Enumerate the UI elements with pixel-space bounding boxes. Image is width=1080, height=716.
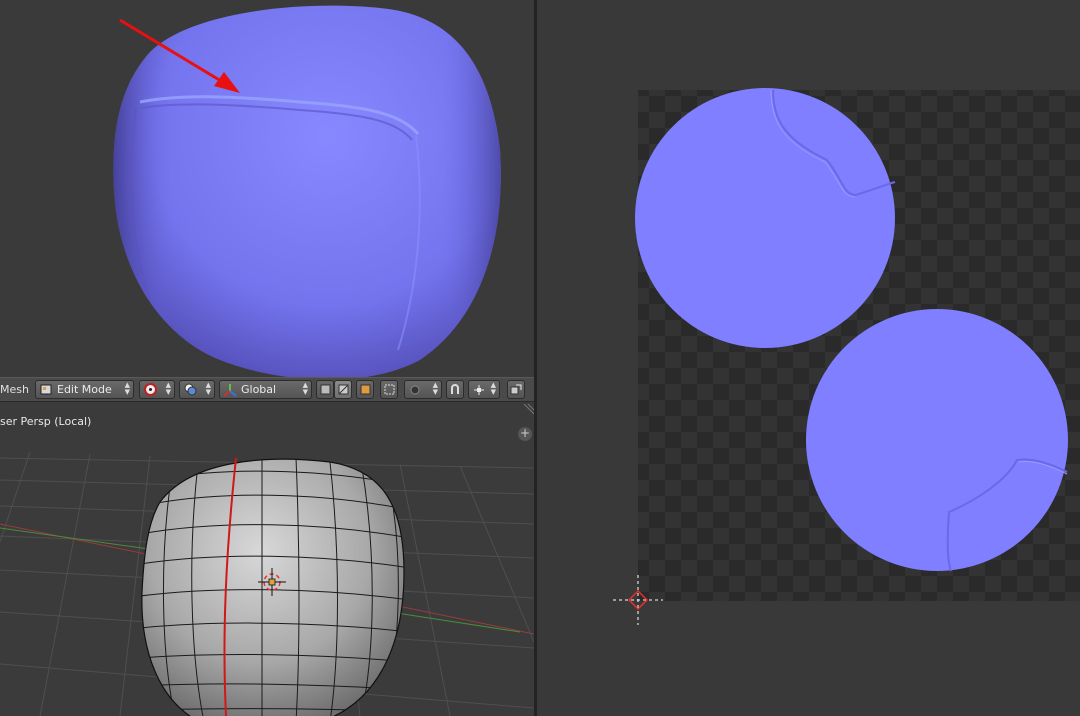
shading-dropdown[interactable]: ▲ ▼ xyxy=(179,380,215,399)
orientation-label: Global xyxy=(241,383,277,396)
face-select-icon xyxy=(360,384,371,395)
occlude-geometry-button[interactable] xyxy=(380,380,398,399)
pivot-point-dropdown[interactable]: ▲ ▼ xyxy=(139,380,175,399)
face-select-button[interactable] xyxy=(356,380,374,399)
shading-icon xyxy=(183,383,197,397)
render-button[interactable] xyxy=(507,380,525,399)
edge-select-button[interactable] xyxy=(334,380,352,399)
normal-map-island-top xyxy=(635,88,896,348)
normal-map-island-bottom xyxy=(806,309,1068,572)
snap-element-icon xyxy=(472,383,486,397)
view-perspective-label: ser Persp (Local) xyxy=(0,415,92,428)
dropdown-arrows-icon: ▲ ▼ xyxy=(124,381,130,396)
edit-mode-icon xyxy=(39,383,53,397)
bottom-viewport[interactable] xyxy=(0,402,534,716)
plus-icon: + xyxy=(519,426,531,440)
viewport-header: Mesh Edit Mode ▲ ▼ ▲ ▼ ▲ ▼ Global ▲ ▼ ▲ … xyxy=(0,377,534,402)
uv-image-editor[interactable] xyxy=(537,0,1080,716)
properties-toggle-button[interactable]: + xyxy=(518,427,532,441)
dropdown-arrows-icon: ▲ ▼ xyxy=(302,381,308,396)
snap-element-dropdown[interactable]: ▲ ▼ xyxy=(468,380,500,399)
corner-grip-icon xyxy=(523,404,534,415)
transform-orientation-icon xyxy=(223,383,237,397)
vertex-select-button[interactable] xyxy=(316,380,334,399)
snap-toggle-button[interactable] xyxy=(446,380,464,399)
mode-label: Edit Mode xyxy=(57,383,112,396)
uv-editor-canvas xyxy=(613,88,1080,625)
snap-icon xyxy=(449,383,461,396)
wireframe-sphere xyxy=(141,458,405,716)
top-viewport[interactable] xyxy=(0,0,534,377)
y-axis-line xyxy=(0,527,171,553)
pivot-point-icon xyxy=(143,383,157,397)
edge-select-icon xyxy=(338,384,349,395)
dropdown-arrows-icon: ▲ ▼ xyxy=(490,381,496,396)
render-icon xyxy=(510,384,522,396)
occlude-geometry-icon xyxy=(384,384,395,395)
dropdown-arrows-icon: ▲ ▼ xyxy=(165,381,171,396)
transform-orientation-dropdown[interactable]: Global ▲ ▼ xyxy=(219,380,312,399)
vertex-select-icon xyxy=(320,384,331,395)
editor-menu-label[interactable]: Mesh xyxy=(0,383,29,396)
top-viewport-canvas xyxy=(113,5,501,377)
proportional-editing-dropdown[interactable]: ▲ ▼ xyxy=(404,380,442,399)
mode-dropdown[interactable]: Edit Mode ▲ ▼ xyxy=(35,380,134,399)
bottom-viewport-canvas xyxy=(0,451,534,716)
proportional-editing-icon xyxy=(408,383,422,397)
dropdown-arrows-icon: ▲ ▼ xyxy=(205,381,211,396)
dropdown-arrows-icon: ▲ ▼ xyxy=(432,381,438,396)
area-split-handle[interactable] xyxy=(520,404,534,418)
